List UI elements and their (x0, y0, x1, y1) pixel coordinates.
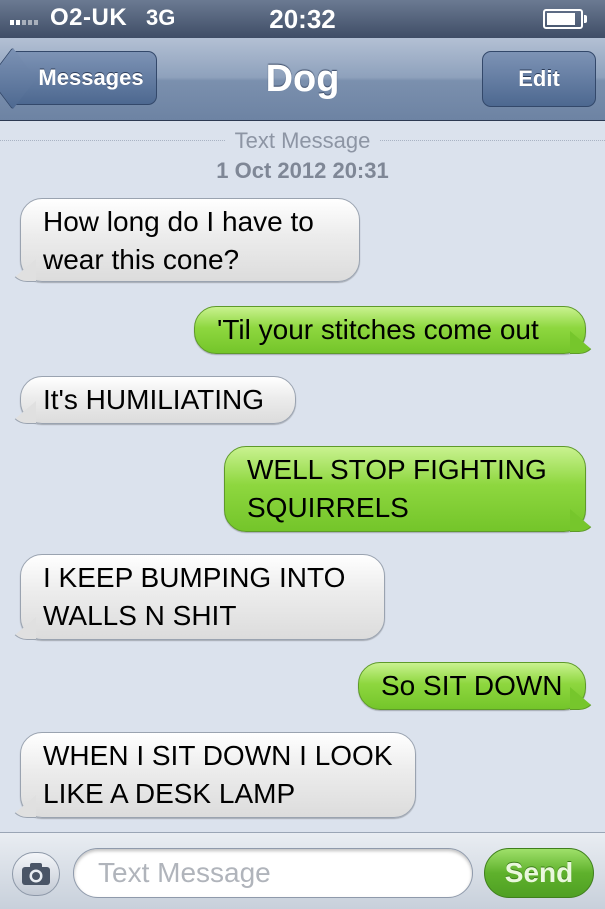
status-bar: O2-UK 3G 20:32 (0, 0, 605, 38)
message-bubble-incoming[interactable]: It's HUMILIATING (20, 376, 296, 424)
edit-button[interactable]: Edit (482, 51, 596, 107)
send-button[interactable]: Send (484, 848, 594, 898)
thread-label-text: Text Message (224, 128, 381, 153)
camera-icon (22, 863, 50, 885)
battery-icon (543, 9, 587, 29)
message-bubble-incoming[interactable]: How long do I have to wear this cone? (20, 198, 360, 282)
message-bubble-outgoing[interactable]: 'Til your stitches come out (194, 306, 586, 354)
message-bubble-incoming[interactable]: I KEEP BUMPING INTO WALLS N SHIT (20, 554, 385, 640)
camera-button[interactable] (12, 852, 60, 896)
message-bubble-incoming[interactable]: WHEN I SIT DOWN I LOOK LIKE A DESK LAMP (20, 732, 416, 818)
thread-date: 1 Oct 2012 20:31 (216, 158, 389, 183)
status-time: 20:32 (269, 4, 336, 34)
message-input-bar: Send (0, 832, 605, 909)
message-bubble-outgoing[interactable]: WELL STOP FIGHTING SQUIRRELS (224, 446, 586, 532)
message-input[interactable] (73, 848, 473, 898)
thread-label: Text Message (0, 128, 605, 154)
message-bubble-outgoing[interactable]: So SIT DOWN (358, 662, 586, 710)
navigation-bar: Messages Dog Edit (0, 38, 605, 121)
